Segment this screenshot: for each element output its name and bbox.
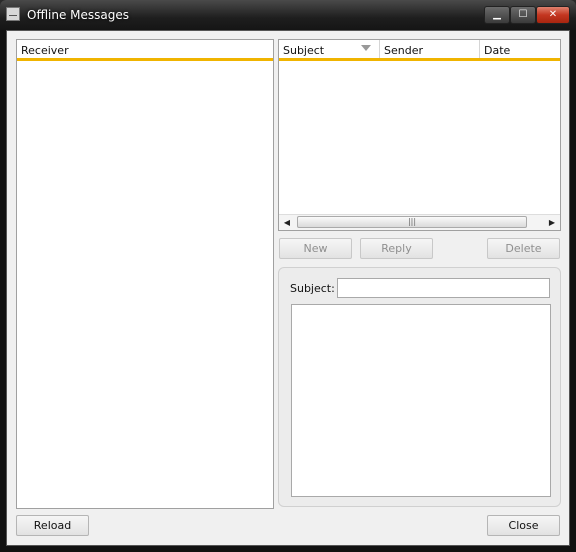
minimize-button[interactable]: ▁ (484, 6, 510, 24)
new-button[interactable]: New (279, 238, 352, 259)
reload-button[interactable]: Reload (16, 515, 89, 536)
maximize-button[interactable]: ☐ (510, 6, 536, 24)
receiver-list-header: Receiver (17, 40, 273, 61)
message-body-textarea[interactable] (291, 304, 551, 497)
messages-table[interactable]: Subject Sender Date ◀ ||| ▶ (278, 39, 561, 231)
column-sender[interactable]: Sender (380, 40, 480, 58)
reply-button[interactable]: Reply (360, 238, 433, 259)
delete-button[interactable]: Delete (487, 238, 560, 259)
offline-messages-window: Offline Messages ▁ ☐ ✕ Receiver Subject … (0, 0, 576, 552)
title-bar[interactable]: Offline Messages ▁ ☐ ✕ (0, 0, 576, 30)
window-content: Receiver Subject Sender Date ◀ ||| ▶ New… (6, 30, 570, 546)
close-button[interactable]: Close (487, 515, 560, 536)
column-receiver-label: Receiver (21, 44, 69, 57)
column-subject-label: Subject (283, 44, 325, 57)
scrollbar-thumb[interactable]: ||| (297, 216, 527, 228)
scroll-left-icon[interactable]: ◀ (280, 216, 294, 229)
sort-descending-icon (361, 45, 371, 51)
scroll-right-icon[interactable]: ▶ (545, 216, 559, 229)
compose-group: Subject: (278, 267, 561, 507)
column-subject[interactable]: Subject (279, 40, 380, 58)
column-sender-label: Sender (384, 44, 423, 57)
message-envelope-icon (6, 7, 20, 21)
subject-label: Subject: (290, 282, 335, 295)
messages-table-header: Subject Sender Date (279, 40, 560, 61)
horizontal-scrollbar[interactable]: ◀ ||| ▶ (279, 214, 560, 230)
column-date[interactable]: Date (480, 40, 560, 58)
window-title: Offline Messages (27, 8, 130, 22)
column-receiver[interactable]: Receiver (17, 40, 273, 58)
subject-input[interactable] (337, 278, 550, 298)
column-date-label: Date (484, 44, 511, 57)
close-window-button[interactable]: ✕ (536, 6, 570, 24)
receiver-list[interactable]: Receiver (16, 39, 274, 509)
